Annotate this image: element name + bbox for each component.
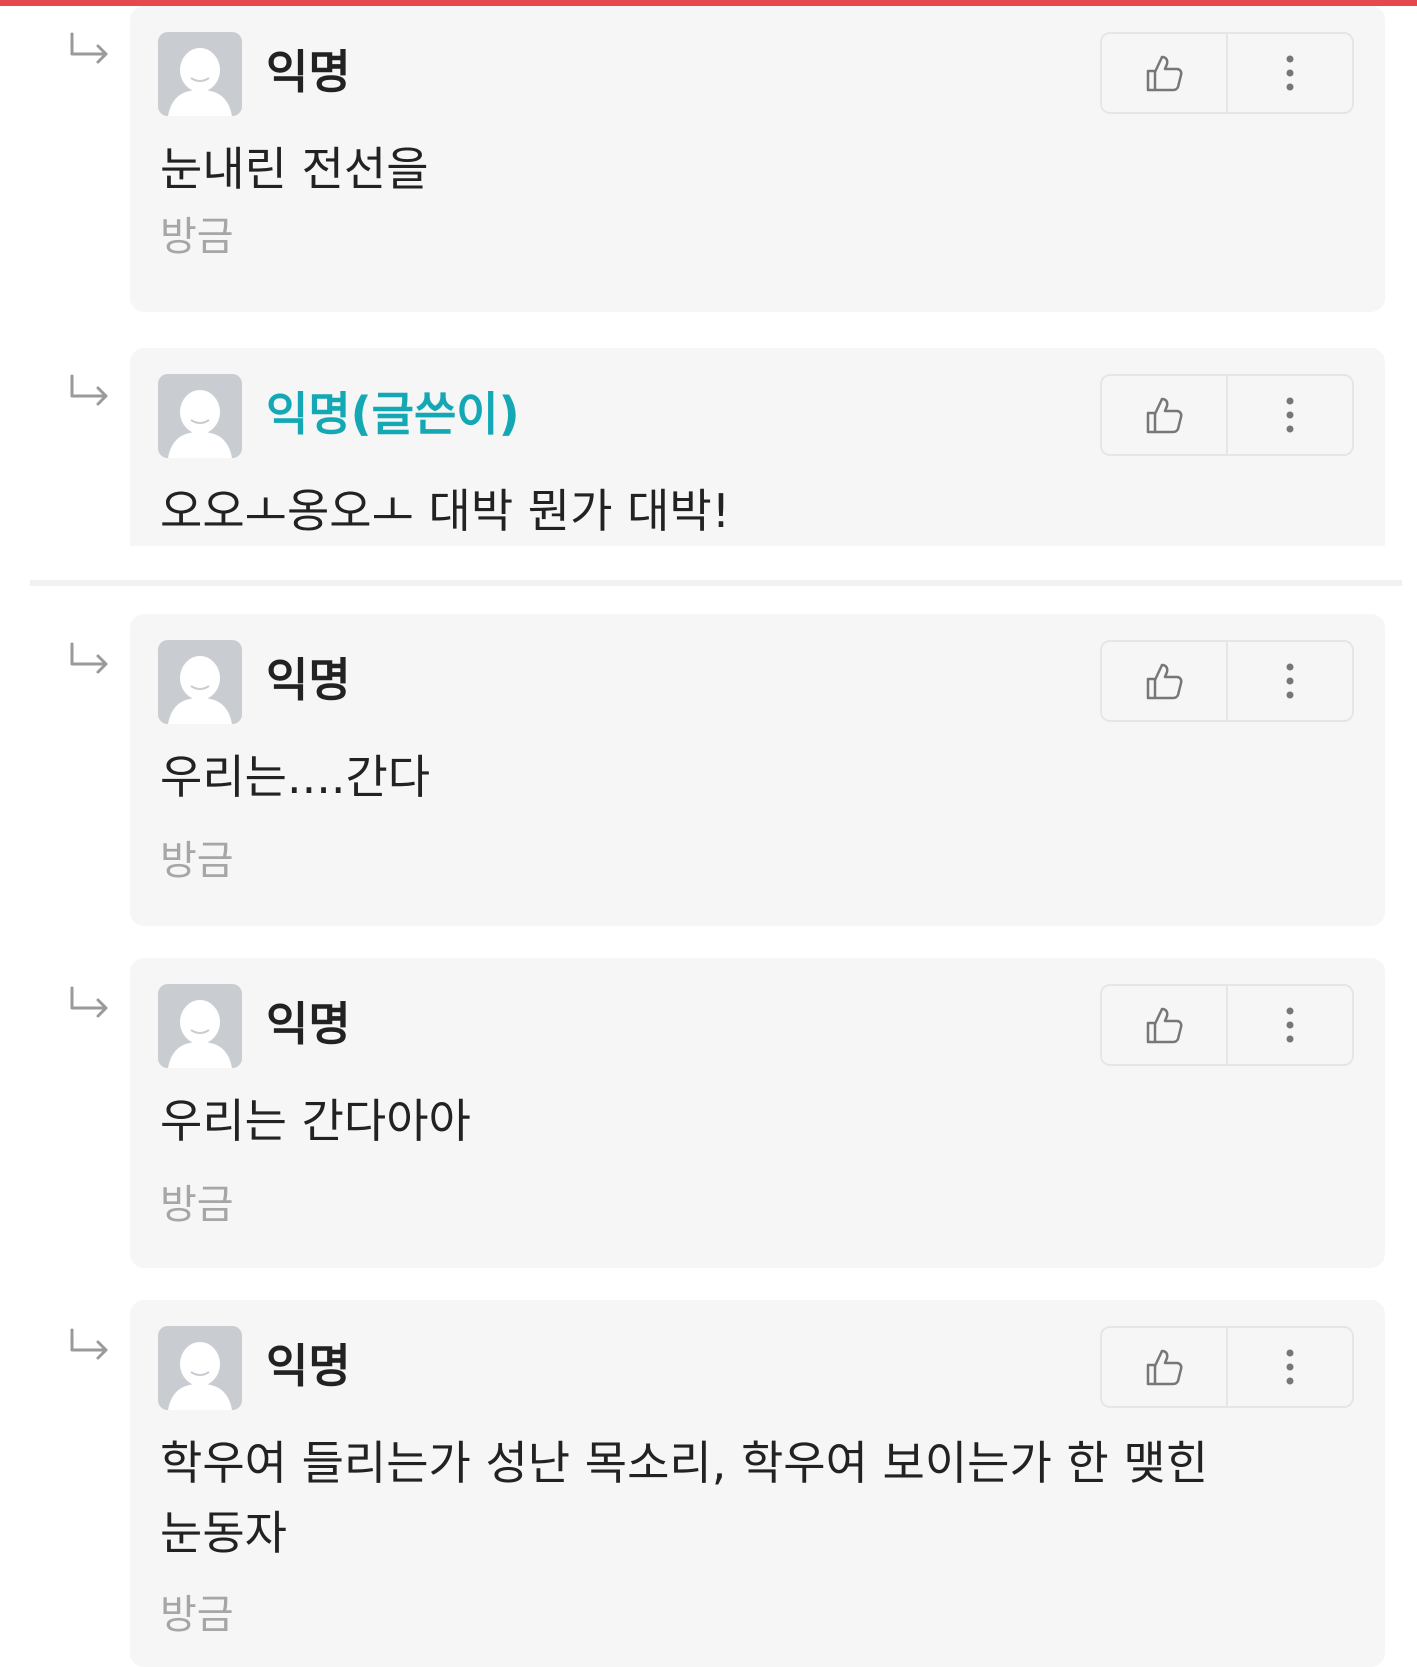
more-options-button[interactable] [1228, 986, 1352, 1064]
more-options-button[interactable] [1228, 34, 1352, 112]
default-avatar-icon [158, 984, 242, 1068]
default-avatar-icon [158, 640, 242, 724]
reply-arrow-icon [68, 374, 112, 410]
comment-actions [1100, 984, 1354, 1066]
comment-timestamp: 방금 [160, 1592, 234, 1638]
comment-author: 익명 [266, 997, 351, 1051]
more-vertical-icon [1286, 55, 1294, 91]
like-button[interactable] [1102, 986, 1228, 1064]
comment-actions [1100, 640, 1354, 722]
comment-card: 익명 학우여 들리는가 성난 목소리, 학우여 보이는가 한 맺힌 눈동자 방금 [130, 1300, 1385, 1667]
comment-actions [1100, 1326, 1354, 1408]
like-button[interactable] [1102, 1328, 1228, 1406]
more-options-button[interactable] [1228, 1328, 1352, 1406]
thumbs-up-icon [1146, 1349, 1183, 1386]
comment-actions [1100, 374, 1354, 456]
comment-author: 익명 [266, 1339, 351, 1393]
comment-timestamp: 방금 [160, 214, 234, 260]
more-vertical-icon [1286, 663, 1294, 699]
default-avatar-icon [158, 32, 242, 116]
comment-timestamp: 방금 [160, 1182, 234, 1228]
comment-card: 익명(글쓴이) 오오ㅗ옹오ㅗ 대박 뭔가 대박! [130, 348, 1385, 546]
comment-text: 우리는....간다 [160, 750, 431, 804]
thumbs-up-icon [1146, 55, 1183, 92]
comment-timestamp: 방금 [160, 838, 234, 884]
comment-card: 익명 눈내린 전선을 방금 [130, 6, 1385, 312]
like-button[interactable] [1102, 376, 1228, 454]
thumbs-up-icon [1146, 663, 1183, 700]
reply-arrow-icon [68, 32, 112, 68]
more-vertical-icon [1286, 397, 1294, 433]
reply-arrow-icon [68, 986, 112, 1022]
default-avatar-icon [158, 374, 242, 458]
comment-text: 학우여 들리는가 성난 목소리, 학우여 보이는가 한 맺힌 눈동자 [160, 1436, 1209, 1560]
section-divider [30, 580, 1402, 586]
reply-arrow-icon [68, 1328, 112, 1364]
more-options-button[interactable] [1228, 642, 1352, 720]
comment-author: 익명 [266, 653, 351, 707]
more-vertical-icon [1286, 1349, 1294, 1385]
thumbs-up-icon [1146, 1007, 1183, 1044]
comment-text: 눈내린 전선을 [160, 142, 429, 196]
comment-author: 익명 [266, 45, 351, 99]
like-button[interactable] [1102, 34, 1228, 112]
more-vertical-icon [1286, 1007, 1294, 1043]
comment-text: 우리는 간다아아 [160, 1094, 471, 1148]
more-options-button[interactable] [1228, 376, 1352, 454]
comment-author-op: 익명(글쓴이) [266, 387, 520, 441]
comment-actions [1100, 32, 1354, 114]
default-avatar-icon [158, 1326, 242, 1410]
thumbs-up-icon [1146, 397, 1183, 434]
comment-text: 오오ㅗ옹오ㅗ 대박 뭔가 대박! [160, 484, 731, 538]
comment-card: 익명 우리는....간다 방금 [130, 614, 1385, 926]
comment-card: 익명 우리는 간다아아 방금 [130, 958, 1385, 1268]
like-button[interactable] [1102, 642, 1228, 720]
reply-arrow-icon [68, 642, 112, 678]
